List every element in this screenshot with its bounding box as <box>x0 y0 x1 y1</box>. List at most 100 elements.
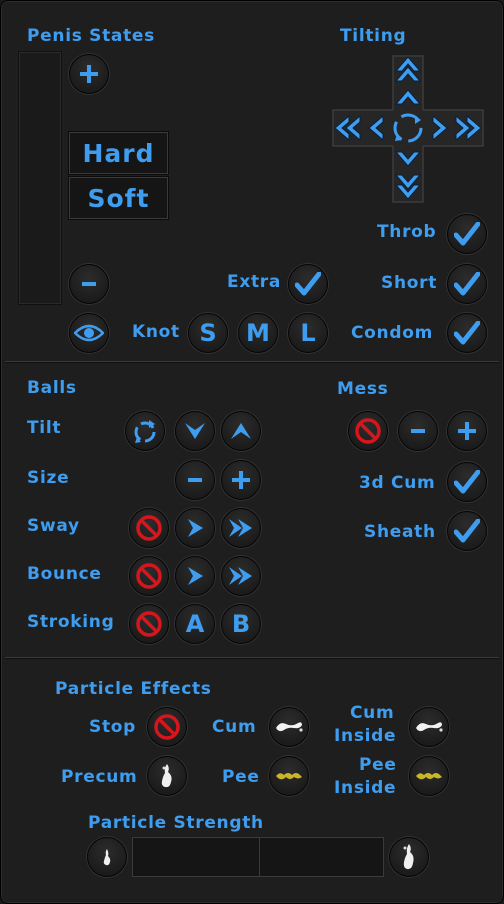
size-label: Size <box>27 468 69 488</box>
pee-inside-label-1: Pee <box>359 755 397 775</box>
bounce-normal-button[interactable] <box>175 556 215 596</box>
3d-cum-label: 3d Cum <box>359 473 435 493</box>
precum-label: Precum <box>61 767 137 787</box>
balls-size-increase-button[interactable] <box>221 460 261 500</box>
stroking-off-button[interactable] <box>129 604 169 644</box>
precum-particles-button[interactable] <box>147 756 187 796</box>
condom-label: Condom <box>351 323 433 343</box>
mess-increase-button[interactable] <box>447 411 487 451</box>
tilt-dpad <box>331 54 485 204</box>
plus-icon <box>456 420 478 442</box>
cum-particles-button[interactable] <box>269 707 309 747</box>
cum-inside-particles-button[interactable] <box>409 707 449 747</box>
penis-states-title: Penis States <box>27 26 155 46</box>
particle-effects-title: Particle Effects <box>55 679 212 699</box>
particle-strength-slider[interactable] <box>132 837 384 877</box>
sway-normal-button[interactable] <box>175 508 215 548</box>
minus-icon <box>81 281 97 287</box>
tilt-right-fast-button[interactable] <box>455 114 483 142</box>
tilt-left-fast-button[interactable] <box>333 114 361 142</box>
knot-large-button[interactable]: L <box>288 313 328 353</box>
strength-increase-button[interactable] <box>389 837 429 877</box>
throb-toggle[interactable] <box>447 214 487 254</box>
stop-icon <box>135 562 163 590</box>
stroking-label: Stroking <box>27 612 114 632</box>
sway-off-button[interactable] <box>129 508 169 548</box>
add-state-button[interactable] <box>69 54 109 94</box>
balls-size-decrease-button[interactable] <box>175 460 215 500</box>
mess-clear-button[interactable] <box>348 411 388 451</box>
arrow-right-icon <box>185 566 205 586</box>
remove-state-button[interactable] <box>69 264 109 304</box>
balls-tilt-up-button[interactable] <box>221 411 261 451</box>
pee-label: Pee <box>222 767 260 787</box>
balls-title: Balls <box>27 378 77 398</box>
check-icon <box>295 272 321 296</box>
splash-icon <box>274 767 304 785</box>
stop-icon <box>354 417 382 445</box>
tilt-reset-button[interactable] <box>395 114 421 142</box>
tilt-label: Tilt <box>27 418 61 438</box>
visibility-button[interactable] <box>69 313 109 353</box>
extra-toggle[interactable] <box>288 264 328 304</box>
minus-icon <box>187 477 203 483</box>
bounce-fast-button[interactable] <box>221 556 261 596</box>
sway-fast-button[interactable] <box>221 508 261 548</box>
mess-decrease-button[interactable] <box>398 411 438 451</box>
pee-particles-button[interactable] <box>269 756 309 796</box>
tilt-right-button[interactable] <box>431 114 449 142</box>
plus-icon <box>78 63 100 85</box>
knot-medium-button[interactable]: M <box>238 313 278 353</box>
particle-strength-title: Particle Strength <box>88 813 264 833</box>
sway-label: Sway <box>27 516 80 536</box>
splash-icon <box>414 767 444 785</box>
states-list[interactable] <box>18 51 62 305</box>
cum-inside-label-2: Inside <box>334 726 396 746</box>
condom-toggle[interactable] <box>447 313 487 353</box>
stop-label: Stop <box>89 717 136 737</box>
state-hard-button[interactable]: Hard <box>69 132 168 174</box>
short-toggle[interactable] <box>447 264 487 304</box>
divider <box>5 361 499 362</box>
double-arrow-icon <box>228 518 254 538</box>
mess-title: Mess <box>337 379 388 399</box>
pee-inside-particles-button[interactable] <box>409 756 449 796</box>
recycle-icon <box>132 418 158 444</box>
bounce-off-button[interactable] <box>129 556 169 596</box>
double-arrow-icon <box>228 566 254 586</box>
eye-icon <box>74 323 104 343</box>
particles-stop-button[interactable] <box>147 707 187 747</box>
balls-tilt-reset-button[interactable] <box>125 411 165 451</box>
sheath-label: Sheath <box>364 522 436 542</box>
state-soft-button[interactable]: Soft <box>69 177 168 219</box>
arrow-down-icon <box>184 421 206 441</box>
stop-icon <box>153 713 181 741</box>
check-icon <box>454 321 480 345</box>
cum-inside-label-1: Cum <box>350 703 394 723</box>
cum-label: Cum <box>212 717 256 737</box>
stroking-a-button[interactable]: A <box>175 604 215 644</box>
check-icon <box>454 519 480 543</box>
tilt-down-button[interactable] <box>393 150 423 168</box>
minus-icon <box>410 428 426 434</box>
extra-label: Extra <box>227 272 281 292</box>
tilt-down-fast-button[interactable] <box>393 174 423 202</box>
knot-small-button[interactable]: S <box>188 313 228 353</box>
stroking-b-button[interactable]: B <box>221 604 261 644</box>
check-icon <box>454 272 480 296</box>
tilting-title: Tilting <box>340 26 406 46</box>
3d-cum-toggle[interactable] <box>447 462 487 502</box>
splash-icon <box>274 718 304 736</box>
tilt-up-fast-button[interactable] <box>393 56 423 82</box>
balls-tilt-down-button[interactable] <box>175 411 215 451</box>
check-icon <box>454 470 480 494</box>
tilt-up-button[interactable] <box>393 88 423 106</box>
splash-icon <box>414 718 444 736</box>
strength-decrease-button[interactable] <box>87 837 127 877</box>
pee-inside-label-2: Inside <box>334 778 396 798</box>
tilt-left-button[interactable] <box>367 114 385 142</box>
sheath-toggle[interactable] <box>447 511 487 551</box>
arrow-right-icon <box>185 518 205 538</box>
control-panel: Penis States Hard Soft Tilting <box>0 0 504 904</box>
stop-icon <box>135 514 163 542</box>
